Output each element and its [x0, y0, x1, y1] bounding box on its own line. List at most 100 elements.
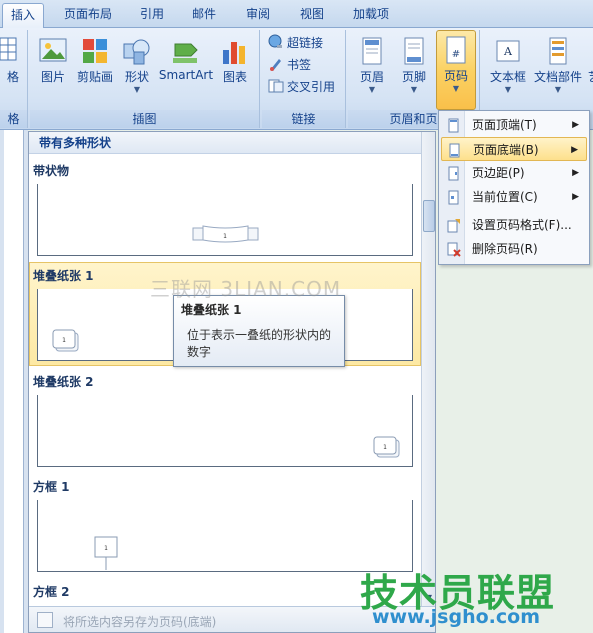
scrollbar-thumb[interactable] — [423, 200, 435, 232]
text-box-label: 文本框 — [489, 70, 526, 84]
menu-item-label: 页面顶端(T) — [472, 118, 537, 132]
watermark-jsgho-url: www.jsgho.com — [372, 606, 540, 628]
globe-link-icon — [268, 34, 284, 50]
text-box-icon: A — [493, 36, 523, 66]
bookmark-icon — [268, 56, 284, 72]
tab-mailings[interactable]: 邮件 — [184, 3, 224, 27]
save-selection-as-page-number-item[interactable]: 将所选内容另存为页码(底端) — [63, 613, 216, 630]
smartart-icon — [171, 36, 201, 66]
menu-item-page-margins[interactable]: 页边距(P) ▶ — [441, 161, 587, 185]
chevron-down-icon: ▼ — [133, 85, 141, 94]
chevron-down-icon: ▼ — [452, 84, 460, 93]
format-page-number-icon — [446, 217, 461, 233]
submenu-arrow-icon: ▶ — [572, 192, 579, 202]
svg-text:1: 1 — [62, 337, 66, 344]
chevron-down-icon: ▼ — [410, 85, 418, 94]
wordart-label: 艺 — [586, 68, 593, 85]
tab-page-layout[interactable]: 页面布局 — [56, 3, 120, 27]
gallery-section-header: 带有多种形状 — [29, 132, 421, 154]
quick-parts-icon — [543, 36, 573, 66]
footer-label: 页脚 — [401, 70, 426, 84]
submenu-arrow-icon: ▶ — [572, 120, 579, 130]
gallery-item-stacked-paper-2[interactable]: 1 — [37, 395, 413, 467]
header-page-icon — [357, 36, 387, 66]
svg-text:#: # — [452, 49, 460, 60]
menu-item-top-of-page[interactable]: 页面顶端(T) ▶ — [441, 113, 587, 137]
page-bottom-icon — [447, 142, 462, 158]
menu-item-label: 页面底端(B) — [473, 143, 539, 157]
stacked-paper-icon: 1 — [373, 436, 400, 458]
gallery-item-ribbon[interactable]: 1 — [37, 184, 413, 256]
ribbon-shape-icon: 1 — [192, 225, 259, 243]
page-number-icon: # — [441, 35, 471, 65]
shapes-icon — [122, 36, 152, 66]
menu-item-label: 页边距(P) — [472, 166, 525, 180]
clipart-icon — [80, 36, 110, 66]
tab-review[interactable]: 审阅 — [238, 3, 278, 27]
gallery-item-title: 堆叠纸张 2 — [33, 375, 94, 389]
tab-insert[interactable]: 插入 — [2, 3, 44, 29]
cross-reference-button[interactable]: 交叉引用 — [268, 77, 335, 97]
page-number-gallery: 带有多种形状 带状物 1 堆叠纸张 1 1 堆叠纸张 2 1 方框 1 1 方框… — [28, 131, 436, 633]
menu-item-format-page-numbers[interactable]: 设置页码格式(F)... — [441, 213, 587, 237]
shapes-label: 形状 — [124, 70, 149, 84]
tab-add-ins[interactable]: 加载项 — [346, 3, 396, 27]
tab-view[interactable]: 视图 — [292, 3, 332, 27]
chart-button[interactable]: 图表 — [216, 32, 254, 85]
table-button[interactable]: 格 — [0, 32, 26, 85]
menu-item-bottom-of-page[interactable]: 页面底端(B) ▶ — [441, 137, 587, 161]
chevron-down-icon: ▼ — [554, 85, 562, 94]
picture-label: 图片 — [40, 70, 65, 84]
gallery-scrollbar[interactable]: ▼ — [421, 132, 435, 606]
wordart-icon — [589, 36, 593, 66]
bookmark-button[interactable]: 书签 — [268, 55, 311, 75]
submenu-arrow-icon: ▶ — [572, 168, 579, 178]
group-illustrations: 图片 剪贴画 形状 ▼ SmartArt 图表 插图 — [30, 30, 260, 128]
footer-page-icon — [399, 36, 429, 66]
clipart-label: 剪贴画 — [76, 70, 113, 84]
gallery-item-title: 带状物 — [33, 164, 70, 178]
svg-text:A: A — [503, 45, 513, 58]
picture-button[interactable]: 图片 — [34, 32, 72, 85]
group-label-links: 链接 — [262, 110, 345, 128]
quick-parts-label: 文档部件 — [533, 70, 582, 84]
gallery-item-box-1[interactable]: 1 — [37, 500, 413, 572]
menu-item-remove-page-numbers[interactable]: 删除页码(R) — [441, 237, 587, 261]
box-shape-icon: 1 — [94, 536, 118, 570]
gallery-item-title: 方框 2 — [33, 585, 70, 599]
table-icon — [0, 36, 18, 66]
chevron-down-icon: ▼ — [368, 85, 376, 94]
chevron-down-icon: ▼ — [504, 85, 512, 94]
document-left-margin — [0, 130, 28, 633]
bookmark-label: 书签 — [287, 58, 312, 72]
menu-item-label: 删除页码(R) — [472, 242, 538, 256]
tab-references[interactable]: 引用 — [132, 3, 172, 27]
hyperlink-button[interactable]: 超链接 — [268, 33, 323, 53]
cross-reference-label: 交叉引用 — [287, 80, 336, 94]
wordart-button[interactable]: 艺 — [586, 32, 593, 85]
menu-item-current-position[interactable]: 当前位置(C) ▶ — [441, 185, 587, 209]
footer-button[interactable]: 页脚 ▼ — [394, 32, 434, 95]
smartart-label: SmartArt — [158, 68, 214, 82]
chart-label: 图表 — [222, 70, 247, 84]
remove-page-number-icon — [446, 241, 461, 257]
document-page — [4, 130, 24, 633]
quick-parts-button[interactable]: 文档部件 ▼ — [532, 32, 584, 95]
submenu-arrow-icon: ▶ — [571, 145, 578, 155]
tooltip-title: 堆叠纸张 1 — [181, 303, 242, 317]
smartart-button[interactable]: SmartArt — [158, 32, 214, 82]
menu-item-label: 设置页码格式(F)... — [472, 218, 572, 232]
gallery-item-title: 方框 1 — [33, 480, 70, 494]
page-margin-icon — [446, 165, 461, 181]
menu-item-label: 当前位置(C) — [472, 190, 538, 204]
hyperlink-label: 超链接 — [287, 36, 324, 50]
text-box-button[interactable]: A 文本框 ▼ — [488, 32, 528, 95]
shapes-button[interactable]: 形状 ▼ — [118, 32, 156, 95]
cross-reference-icon — [268, 78, 284, 94]
gallery-scroll-area: 带有多种形状 带状物 1 堆叠纸张 1 1 堆叠纸张 2 1 方框 1 1 方框… — [29, 132, 421, 606]
page-number-button[interactable]: # 页码 ▼ — [436, 30, 476, 110]
clipart-button[interactable]: 剪贴画 — [74, 32, 116, 85]
group-label-table: 格 — [0, 110, 27, 128]
bar-chart-icon — [220, 36, 250, 66]
header-button[interactable]: 页眉 ▼ — [352, 32, 392, 95]
